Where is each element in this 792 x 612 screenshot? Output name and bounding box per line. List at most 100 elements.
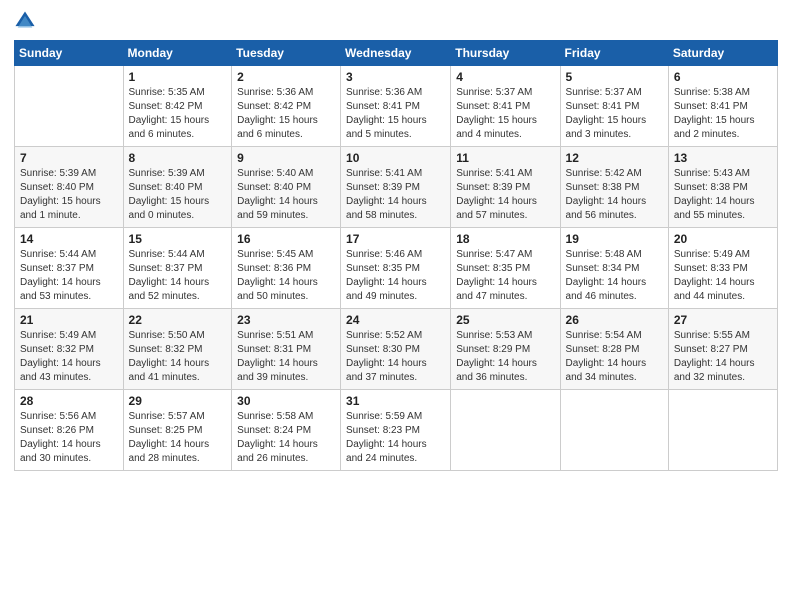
week-row-3: 14 Sunrise: 5:44 AMSunset: 8:37 PMDayligh… bbox=[15, 228, 778, 309]
day-cell: 12 Sunrise: 5:42 AMSunset: 8:38 PMDayligh… bbox=[560, 147, 668, 228]
day-number: 30 bbox=[237, 394, 335, 408]
day-cell: 20 Sunrise: 5:49 AMSunset: 8:33 PMDayligh… bbox=[668, 228, 777, 309]
day-number: 16 bbox=[237, 232, 335, 246]
day-cell: 25Sunrise: 5:53 AMSunset: 8:29 PMDayligh… bbox=[451, 309, 560, 390]
day-number: 19 bbox=[566, 232, 663, 246]
day-info: Sunrise: 5:41 AMSunset: 8:39 PMDaylight:… bbox=[346, 167, 445, 223]
calendar-table: SundayMondayTuesdayWednesdayThursdayFrid… bbox=[14, 40, 778, 471]
day-cell: 4 Sunrise: 5:37 AMSunset: 8:41 PMDaylight… bbox=[451, 66, 560, 147]
day-info: Sunrise: 5:41 AMSunset: 8:39 PMDaylight:… bbox=[456, 167, 554, 223]
day-info: Sunrise: 5:49 AMSunset: 8:33 PMDaylight:… bbox=[674, 248, 772, 304]
day-cell: 23 Sunrise: 5:51 AMSunset: 8:31 PMDayligh… bbox=[232, 309, 341, 390]
day-info: Sunrise: 5:35 AMSunset: 8:42 PMDaylight:… bbox=[129, 86, 227, 142]
header bbox=[14, 10, 778, 32]
day-cell: 28 Sunrise: 5:56 AMSunset: 8:26 PMDayligh… bbox=[15, 390, 124, 471]
day-number: 9 bbox=[237, 151, 335, 165]
day-cell: 22Sunrise: 5:50 AMSunset: 8:32 PMDayligh… bbox=[123, 309, 232, 390]
day-number: 29 bbox=[129, 394, 227, 408]
day-number: 1 bbox=[129, 70, 227, 84]
column-header-friday: Friday bbox=[560, 41, 668, 66]
day-number: 4 bbox=[456, 70, 554, 84]
day-cell: 26Sunrise: 5:54 AMSunset: 8:28 PMDayligh… bbox=[560, 309, 668, 390]
day-cell bbox=[15, 66, 124, 147]
day-info: Sunrise: 5:56 AMSunset: 8:26 PMDaylight:… bbox=[20, 410, 118, 466]
day-info: Sunrise: 5:37 AMSunset: 8:41 PMDaylight:… bbox=[566, 86, 663, 142]
day-cell: 6Sunrise: 5:38 AMSunset: 8:41 PMDaylight… bbox=[668, 66, 777, 147]
day-cell: 21Sunrise: 5:49 AMSunset: 8:32 PMDayligh… bbox=[15, 309, 124, 390]
day-info: Sunrise: 5:38 AMSunset: 8:41 PMDaylight:… bbox=[674, 86, 772, 142]
day-cell bbox=[668, 390, 777, 471]
day-cell: 2Sunrise: 5:36 AMSunset: 8:42 PMDaylight… bbox=[232, 66, 341, 147]
column-header-wednesday: Wednesday bbox=[341, 41, 451, 66]
day-number: 27 bbox=[674, 313, 772, 327]
day-info: Sunrise: 5:36 AMSunset: 8:41 PMDaylight:… bbox=[346, 86, 445, 142]
day-number: 5 bbox=[566, 70, 663, 84]
day-info: Sunrise: 5:40 AMSunset: 8:40 PMDaylight:… bbox=[237, 167, 335, 223]
day-number: 13 bbox=[674, 151, 772, 165]
day-cell: 1 Sunrise: 5:35 AMSunset: 8:42 PMDaylight… bbox=[123, 66, 232, 147]
day-number: 28 bbox=[20, 394, 118, 408]
day-number: 8 bbox=[129, 151, 227, 165]
day-cell: 8 Sunrise: 5:39 AMSunset: 8:40 PMDaylight… bbox=[123, 147, 232, 228]
day-number: 3 bbox=[346, 70, 445, 84]
day-number: 20 bbox=[674, 232, 772, 246]
day-cell: 14Sunrise: 5:44 AMSunset: 8:37 PMDayligh… bbox=[15, 228, 124, 309]
logo bbox=[14, 10, 40, 32]
day-number: 7 bbox=[20, 151, 118, 165]
day-number: 31 bbox=[346, 394, 445, 408]
day-info: Sunrise: 5:37 AMSunset: 8:41 PMDaylight:… bbox=[456, 86, 554, 142]
day-number: 21 bbox=[20, 313, 118, 327]
day-cell: 17Sunrise: 5:46 AMSunset: 8:35 PMDayligh… bbox=[341, 228, 451, 309]
day-info: Sunrise: 5:42 AMSunset: 8:38 PMDaylight:… bbox=[566, 167, 663, 223]
day-info: Sunrise: 5:44 AMSunset: 8:37 PMDaylight:… bbox=[129, 248, 227, 304]
day-number: 11 bbox=[456, 151, 554, 165]
day-number: 15 bbox=[129, 232, 227, 246]
week-row-1: 1 Sunrise: 5:35 AMSunset: 8:42 PMDaylight… bbox=[15, 66, 778, 147]
day-number: 17 bbox=[346, 232, 445, 246]
day-cell: 13 Sunrise: 5:43 AMSunset: 8:38 PMDayligh… bbox=[668, 147, 777, 228]
day-number: 10 bbox=[346, 151, 445, 165]
day-cell: 16 Sunrise: 5:45 AMSunset: 8:36 PMDayligh… bbox=[232, 228, 341, 309]
day-info: Sunrise: 5:57 AMSunset: 8:25 PMDaylight:… bbox=[129, 410, 227, 466]
column-header-saturday: Saturday bbox=[668, 41, 777, 66]
day-info: Sunrise: 5:51 AMSunset: 8:31 PMDaylight:… bbox=[237, 329, 335, 385]
day-info: Sunrise: 5:59 AMSunset: 8:23 PMDaylight:… bbox=[346, 410, 445, 466]
day-info: Sunrise: 5:39 AMSunset: 8:40 PMDaylight:… bbox=[20, 167, 118, 223]
day-info: Sunrise: 5:53 AMSunset: 8:29 PMDaylight:… bbox=[456, 329, 554, 385]
day-cell bbox=[560, 390, 668, 471]
day-number: 23 bbox=[237, 313, 335, 327]
day-cell: 3 Sunrise: 5:36 AMSunset: 8:41 PMDaylight… bbox=[341, 66, 451, 147]
column-header-thursday: Thursday bbox=[451, 41, 560, 66]
week-row-5: 28 Sunrise: 5:56 AMSunset: 8:26 PMDayligh… bbox=[15, 390, 778, 471]
day-cell: 18Sunrise: 5:47 AMSunset: 8:35 PMDayligh… bbox=[451, 228, 560, 309]
column-header-tuesday: Tuesday bbox=[232, 41, 341, 66]
day-info: Sunrise: 5:39 AMSunset: 8:40 PMDaylight:… bbox=[129, 167, 227, 223]
column-header-sunday: Sunday bbox=[15, 41, 124, 66]
day-cell: 24 Sunrise: 5:52 AMSunset: 8:30 PMDayligh… bbox=[341, 309, 451, 390]
day-cell: 30 Sunrise: 5:58 AMSunset: 8:24 PMDayligh… bbox=[232, 390, 341, 471]
day-info: Sunrise: 5:43 AMSunset: 8:38 PMDaylight:… bbox=[674, 167, 772, 223]
day-info: Sunrise: 5:55 AMSunset: 8:27 PMDaylight:… bbox=[674, 329, 772, 385]
day-cell bbox=[451, 390, 560, 471]
day-cell: 5 Sunrise: 5:37 AMSunset: 8:41 PMDaylight… bbox=[560, 66, 668, 147]
column-header-monday: Monday bbox=[123, 41, 232, 66]
day-info: Sunrise: 5:58 AMSunset: 8:24 PMDaylight:… bbox=[237, 410, 335, 466]
header-row: SundayMondayTuesdayWednesdayThursdayFrid… bbox=[15, 41, 778, 66]
logo-icon bbox=[14, 10, 36, 32]
week-row-2: 7 Sunrise: 5:39 AMSunset: 8:40 PMDaylight… bbox=[15, 147, 778, 228]
day-number: 26 bbox=[566, 313, 663, 327]
day-number: 2 bbox=[237, 70, 335, 84]
day-info: Sunrise: 5:47 AMSunset: 8:35 PMDaylight:… bbox=[456, 248, 554, 304]
day-cell: 11 Sunrise: 5:41 AMSunset: 8:39 PMDayligh… bbox=[451, 147, 560, 228]
main-container: SundayMondayTuesdayWednesdayThursdayFrid… bbox=[0, 0, 792, 481]
day-number: 12 bbox=[566, 151, 663, 165]
day-info: Sunrise: 5:52 AMSunset: 8:30 PMDaylight:… bbox=[346, 329, 445, 385]
day-cell: 31 Sunrise: 5:59 AMSunset: 8:23 PMDayligh… bbox=[341, 390, 451, 471]
day-number: 14 bbox=[20, 232, 118, 246]
day-info: Sunrise: 5:45 AMSunset: 8:36 PMDaylight:… bbox=[237, 248, 335, 304]
day-cell: 27 Sunrise: 5:55 AMSunset: 8:27 PMDayligh… bbox=[668, 309, 777, 390]
day-cell: 9 Sunrise: 5:40 AMSunset: 8:40 PMDaylight… bbox=[232, 147, 341, 228]
day-number: 22 bbox=[129, 313, 227, 327]
day-number: 24 bbox=[346, 313, 445, 327]
week-row-4: 21Sunrise: 5:49 AMSunset: 8:32 PMDayligh… bbox=[15, 309, 778, 390]
